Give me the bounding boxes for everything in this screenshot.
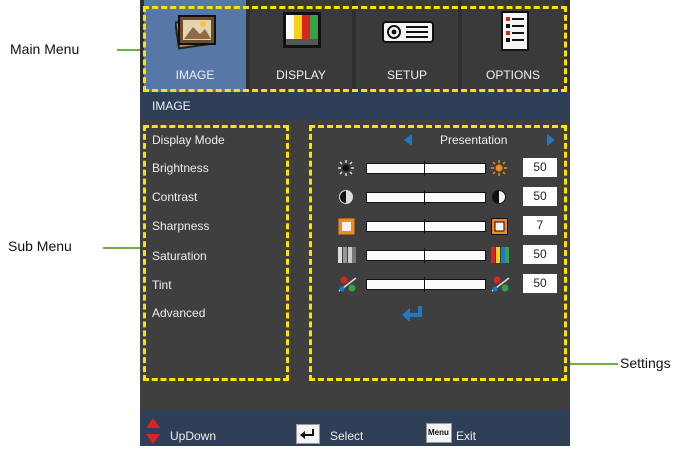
osd-menu: IMAGE DISPLAY SETUP OPTIONS IMAGE Displa… [140, 0, 570, 446]
sub-menu-callout: Sub Menu [8, 238, 72, 254]
menu-key-label: Menu [428, 428, 449, 437]
select-key-icon [296, 424, 320, 449]
settings-leader [570, 363, 618, 365]
sub-menu-highlight [143, 125, 289, 381]
main-menu-callout: Main Menu [10, 41, 80, 57]
breadcrumb-label: IMAGE [152, 99, 191, 113]
updown-icon [146, 418, 160, 449]
main-menu-highlight [143, 6, 567, 92]
breadcrumb: IMAGE [140, 92, 570, 120]
settings-callout: Settings [620, 355, 671, 371]
footer-select-label: Select [330, 429, 364, 443]
settings-highlight [309, 125, 567, 381]
menu-key-icon: Menu [426, 423, 452, 443]
sub-menu-leader [103, 247, 143, 249]
footer-updown-label: UpDown [170, 429, 217, 443]
footer-exit-label: Exit [456, 429, 477, 443]
footer-bar: UpDown Select Menu Exit [140, 410, 570, 446]
